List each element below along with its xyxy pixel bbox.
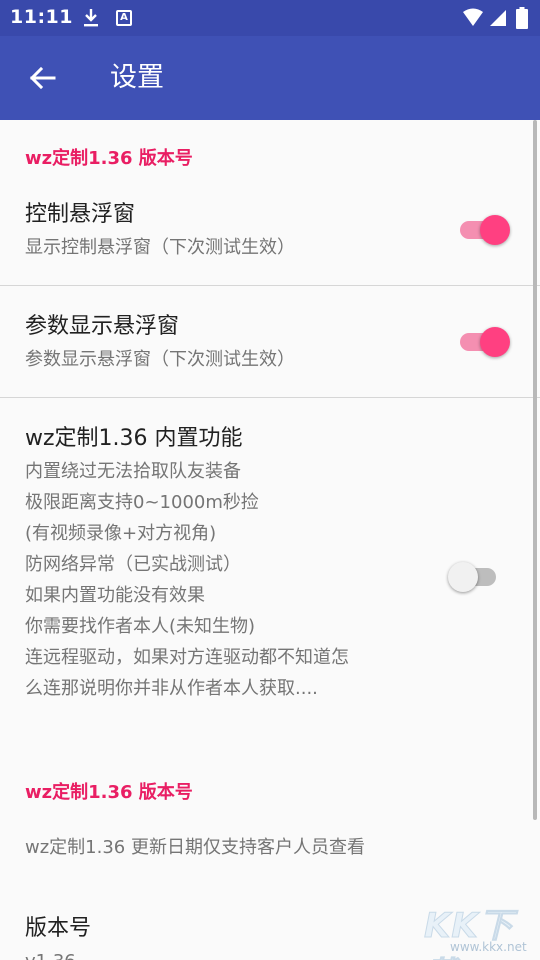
scrollbar[interactable] bbox=[533, 120, 537, 820]
page-title: 设置 bbox=[110, 62, 164, 93]
pref-summary: wz定制1.36 更新日期仅支持客户人员查看 bbox=[25, 837, 365, 858]
watermark-url: www.kkx.net bbox=[450, 940, 527, 954]
signal-icon bbox=[490, 10, 506, 26]
summary-line: 极限距离支持0~1000m秒捡 bbox=[25, 492, 259, 513]
back-arrow-icon[interactable] bbox=[26, 62, 58, 94]
watermark-logo: KK下载 www.kkx.net bbox=[420, 898, 538, 960]
divider bbox=[0, 397, 540, 398]
pref-builtin-features[interactable]: wz定制1.36 内置功能 内置绕过无法拾取队友装备 极限距离支持0~1000m… bbox=[0, 414, 540, 734]
pref-summary: 参数显示悬浮窗（下次测试生效） bbox=[25, 349, 295, 370]
summary-line: 你需要找作者本人(未知生物) bbox=[25, 616, 256, 637]
switch-thumb bbox=[480, 215, 510, 245]
category-header: wz定制1.36 版本号 bbox=[25, 782, 193, 803]
switch-thumb bbox=[448, 562, 478, 592]
pref-update-info[interactable]: wz定制1.36 更新日期仅支持客户人员查看 bbox=[0, 820, 540, 880]
switch-thumb bbox=[480, 327, 510, 357]
builtin-features-switch[interactable] bbox=[448, 556, 504, 596]
pref-summary: v1.36 bbox=[25, 950, 76, 960]
accessibility-badge-icon: A bbox=[116, 10, 132, 26]
pref-summary: 显示控制悬浮窗（下次测试生效） bbox=[25, 237, 295, 258]
status-time: 11:11 bbox=[10, 6, 73, 28]
summary-line: 如果内置功能没有效果 bbox=[25, 585, 205, 606]
divider bbox=[0, 285, 540, 286]
pref-param-float[interactable]: 参数显示悬浮窗 参数显示悬浮窗（下次测试生效） bbox=[0, 302, 540, 398]
category-header: wz定制1.36 版本号 bbox=[25, 148, 193, 169]
settings-list[interactable]: wz定制1.36 版本号 控制悬浮窗 显示控制悬浮窗（下次测试生效） 参数显示悬… bbox=[0, 120, 540, 960]
download-icon bbox=[84, 9, 98, 27]
summary-line: 内置绕过无法拾取队友装备 bbox=[25, 461, 241, 482]
pref-title: 版本号 bbox=[25, 916, 92, 941]
status-bar: 11:11 A bbox=[0, 0, 540, 36]
param-float-switch[interactable] bbox=[456, 321, 512, 361]
pref-summary: 内置绕过无法拾取队友装备 极限距离支持0~1000m秒捡 (有视频录像+对方视角… bbox=[25, 456, 445, 704]
pref-title: 参数显示悬浮窗 bbox=[25, 314, 180, 339]
pref-float-control[interactable]: 控制悬浮窗 显示控制悬浮窗（下次测试生效） bbox=[0, 190, 540, 286]
summary-line: 连远程驱动，如果对方连驱动都不知道怎 bbox=[25, 647, 349, 668]
summary-line: 防网络异常（已实战测试） bbox=[25, 554, 241, 575]
summary-line: (有视频录像+对方视角) bbox=[25, 523, 217, 544]
pref-title: 控制悬浮窗 bbox=[25, 202, 136, 227]
pref-title: wz定制1.36 内置功能 bbox=[25, 426, 243, 451]
float-control-switch[interactable] bbox=[456, 209, 512, 249]
app-bar: 设置 bbox=[0, 36, 540, 120]
wifi-icon bbox=[463, 8, 483, 26]
battery-icon bbox=[516, 7, 528, 29]
summary-line: 么连那说明你并非从作者本人获取.... bbox=[25, 678, 318, 699]
